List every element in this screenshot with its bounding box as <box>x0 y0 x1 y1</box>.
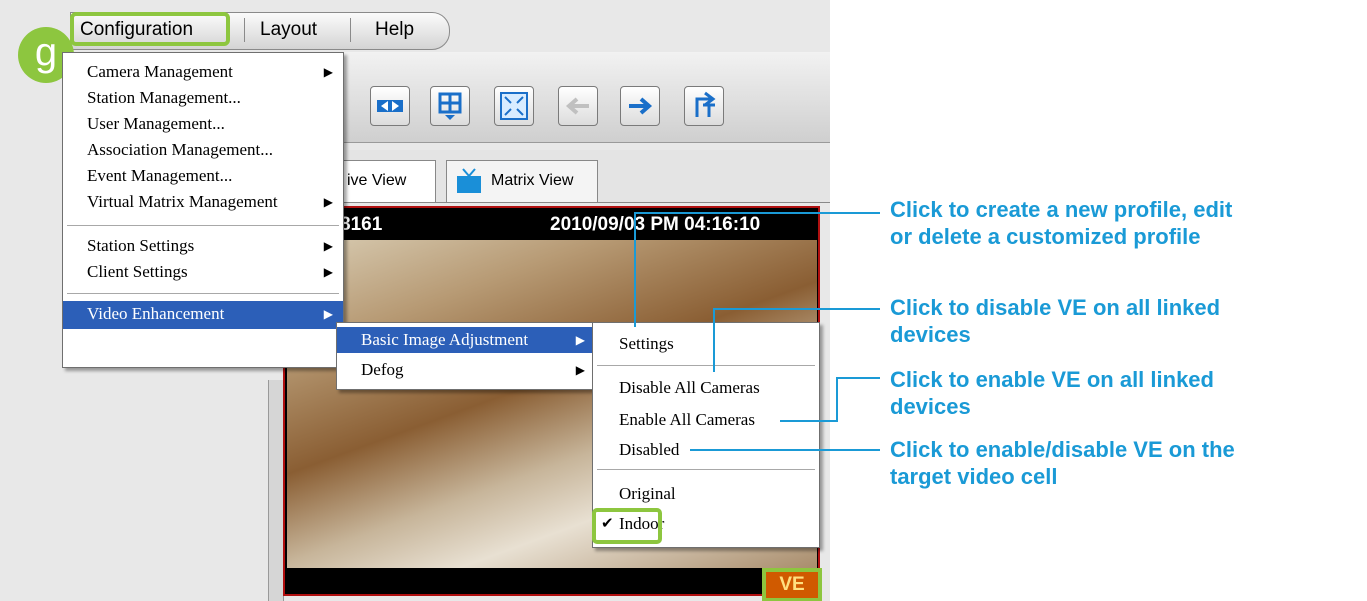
callout-line <box>836 377 838 422</box>
layout-grid-icon <box>438 92 462 120</box>
menu-item-label: Settings <box>619 334 674 353</box>
submenu-arrow-icon: ▶ <box>575 333 585 347</box>
menu-item-label: Event Management... <box>87 166 233 185</box>
annotation-toggle: Click to enable/disable VE on the target… <box>890 436 1235 490</box>
annotation-line: Click to enable VE on all linked <box>890 367 1214 392</box>
menu-item-station-management[interactable]: Station Management... <box>63 85 343 111</box>
menu-item-label: Virtual Matrix Management <box>87 192 278 211</box>
scrollbar[interactable] <box>268 380 284 601</box>
submenu-arrow-icon: ▶ <box>323 195 333 209</box>
return-button[interactable] <box>684 86 724 126</box>
menu-item-event-management[interactable]: Event Management... <box>63 163 343 189</box>
menu-item-label: Station Settings <box>87 236 195 255</box>
menu-separator <box>597 469 815 470</box>
indoor-highlight <box>592 508 662 544</box>
menu-item-video-enhancement[interactable]: Video Enhancement ▶ <box>63 301 343 329</box>
forward-button[interactable] <box>620 86 660 126</box>
layout-grid-button[interactable] <box>430 86 470 126</box>
tab-matrix-view[interactable]: Matrix View <box>446 160 598 202</box>
callout-line <box>836 377 880 379</box>
tv-icon <box>457 168 481 193</box>
back-arrow-icon <box>565 97 589 115</box>
menu-item-label: Original <box>619 484 676 503</box>
menu-item-basic-image-adjustment[interactable]: Basic Image Adjustment ▶ <box>337 327 595 353</box>
menu-item-user-management[interactable]: User Management... <box>63 111 343 137</box>
swap-icon <box>377 100 403 112</box>
menu-item-label: Basic Image Adjustment <box>361 330 529 349</box>
annotation-line: target video cell <box>890 464 1058 489</box>
menu-item-association-management[interactable]: Association Management... <box>63 137 343 163</box>
menu-separator <box>597 365 815 366</box>
menu-layout[interactable]: Layout <box>260 14 317 46</box>
submenu-arrow-icon: ▶ <box>323 307 333 321</box>
menu-item-client-settings[interactable]: Client Settings ▶ <box>63 259 343 285</box>
menu-item-label: Client Settings <box>87 262 188 281</box>
configuration-menu: Camera Management ▶ Station Management...… <box>62 52 344 368</box>
annotation-line: devices <box>890 322 971 347</box>
menu-item-original[interactable]: Original <box>593 481 819 507</box>
annotation-line: devices <box>890 394 971 419</box>
toolbar <box>270 52 830 143</box>
callout-line <box>634 212 636 327</box>
menu-item-label: Enable All Cameras <box>619 410 755 429</box>
submenu-arrow-icon: ▶ <box>323 239 333 253</box>
configuration-highlight <box>70 12 230 46</box>
menu-item-disable-all-cameras[interactable]: Disable All Cameras <box>593 375 819 401</box>
ve-status-badge: VE <box>762 568 822 601</box>
annotation-disable-all: Click to disable VE on all linked device… <box>890 294 1220 348</box>
menu-separator <box>67 293 339 294</box>
callout-line <box>780 420 838 422</box>
menu-item-defog[interactable]: Defog ▶ <box>337 357 595 383</box>
menu-item-label: Video Enhancement <box>87 304 225 323</box>
menu-item-settings[interactable]: Settings <box>593 331 819 357</box>
tab-matrix-label: Matrix View <box>491 172 574 189</box>
submenu-arrow-icon: ▶ <box>323 65 333 79</box>
menu-item-camera-management[interactable]: Camera Management ▶ <box>63 59 343 85</box>
submenu-arrow-icon: ▶ <box>575 363 585 377</box>
menu-separator <box>244 18 245 42</box>
menu-separator <box>67 225 339 226</box>
annotation-line: Click to enable/disable VE on the <box>890 437 1235 462</box>
submenu-arrow-icon: ▶ <box>323 265 333 279</box>
forward-arrow-icon <box>629 97 653 115</box>
fullscreen-icon <box>500 92 528 120</box>
menu-item-label: Camera Management <box>87 62 233 81</box>
annotation-line: Click to disable VE on all linked <box>890 295 1221 320</box>
fullscreen-button[interactable] <box>494 86 534 126</box>
annotation-line: Click to create a new profile, edit <box>890 197 1233 222</box>
callout-line <box>713 308 715 372</box>
menu-item-label: Defog <box>361 360 404 379</box>
annotation-profile: Click to create a new profile, edit or d… <box>890 196 1232 250</box>
menu-item-label: Disable All Cameras <box>619 378 760 397</box>
menu-item-station-settings[interactable]: Station Settings ▶ <box>63 233 343 259</box>
annotation-line: or delete a customized profile <box>890 224 1201 249</box>
menu-separator <box>350 18 351 42</box>
menu-item-label: Disabled <box>619 440 680 459</box>
callout-line <box>690 449 880 451</box>
video-timestamp: 2010/09/03 PM 04:16:10 <box>550 214 761 235</box>
callout-line <box>634 212 880 214</box>
tab-live-view[interactable]: ive View <box>336 160 436 202</box>
annotation-enable-all: Click to enable VE on all linked devices <box>890 366 1214 420</box>
menu-item-label: User Management... <box>87 114 225 133</box>
menu-item-label: Association Management... <box>87 140 274 159</box>
menu-help[interactable]: Help <box>375 14 414 46</box>
menu-item-virtual-matrix-management[interactable]: Virtual Matrix Management ▶ <box>63 189 343 215</box>
video-enhancement-menu: Basic Image Adjustment ▶ Defog ▶ <box>336 322 596 390</box>
swap-button[interactable] <box>370 86 410 126</box>
callout-line <box>713 308 880 310</box>
return-icon <box>695 91 716 117</box>
camera-id: 8161 <box>340 214 383 235</box>
menu-item-label: Station Management... <box>87 88 241 107</box>
back-button[interactable] <box>558 86 598 126</box>
